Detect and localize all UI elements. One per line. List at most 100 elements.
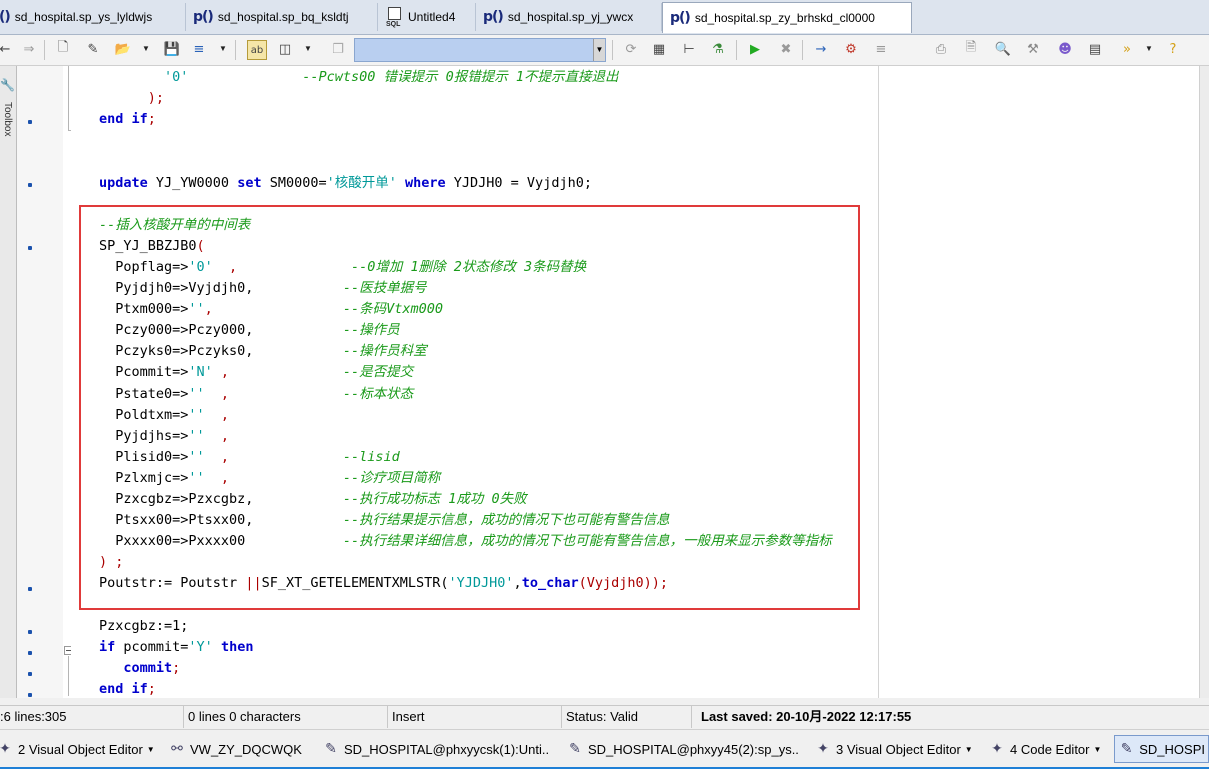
code-token: update xyxy=(99,174,148,191)
list-icon[interactable]: ≡ xyxy=(872,40,890,58)
code-line[interactable]: update YJ_YW0000 set SM0000='核酸开单' where… xyxy=(99,173,592,194)
user-icon[interactable]: ☻ xyxy=(1056,40,1074,58)
last-saved: Last saved: 20-10月-2022 12:17:55 xyxy=(701,709,912,724)
tree-icon[interactable]: ⊢ xyxy=(680,40,698,58)
code-line[interactable]: '0' --Pcwts00 错误提示 0报错提示 1不提示直接退出 xyxy=(99,67,618,88)
vertical-scrollbar[interactable] xyxy=(1199,66,1209,698)
wizard-icon: ✦ xyxy=(817,741,829,757)
task-vw-zy-dqcwqk[interactable]: ⚯ VW_ZY_DQCWQK xyxy=(168,737,318,761)
debug-icon[interactable]: ⚙ xyxy=(842,40,860,58)
task-visual-object-editor-3[interactable]: ✦ 3 Visual Object Editor ▼ xyxy=(814,737,984,761)
code-token: set xyxy=(237,174,262,191)
network-icon[interactable]: ⚗ xyxy=(709,40,727,58)
print-icon[interactable]: ⎙ xyxy=(932,40,950,58)
statement-marker[interactable] xyxy=(28,246,32,250)
code-token: Pzxcgbz:=1; xyxy=(99,617,189,634)
chevron-down-icon[interactable]: ▼ xyxy=(147,745,155,754)
sql-icon[interactable]: ▦ xyxy=(650,40,668,58)
open-wizard-icon[interactable]: ✎ xyxy=(84,40,102,58)
toolbox-label: Toolbox xyxy=(2,102,13,137)
statement-marker[interactable] xyxy=(28,630,32,634)
procedure-icon: () xyxy=(0,9,11,25)
find-icon[interactable]: 🔍 xyxy=(994,40,1012,58)
tab-untitled4[interactable]: SQL Untitled4 xyxy=(378,3,476,31)
code-line[interactable]: end if; xyxy=(99,679,156,698)
sql-file-icon: SQL xyxy=(385,6,403,28)
status-bar: :6 lines:305 0 lines 0 characters Insert… xyxy=(0,705,1209,729)
editor-gutter[interactable] xyxy=(17,66,63,698)
chevron-down-icon[interactable]: ▼ xyxy=(1094,745,1102,754)
wrench-icon: 🔧 xyxy=(0,78,15,92)
statement-marker[interactable] xyxy=(28,651,32,655)
forward-icon[interactable]: ⇒ xyxy=(20,40,38,58)
code-token: if xyxy=(99,638,116,655)
open-folder-icon[interactable]: 📂 xyxy=(114,40,132,58)
task-label: 2 Visual Object Editor xyxy=(18,741,143,757)
procedure-icon: p() xyxy=(483,9,504,25)
code-line[interactable]: Pzxcgbz:=1; xyxy=(99,616,188,637)
task-sd-hospital-active[interactable]: ✎ SD_HOSPI xyxy=(1114,735,1209,763)
stop-icon[interactable]: ✖ xyxy=(777,40,795,58)
code-token: ); xyxy=(147,90,165,107)
code-line[interactable]: if pcommit='Y' then xyxy=(99,637,253,658)
task-label: VW_ZY_DQCWQK xyxy=(190,741,302,757)
toolbox-strip[interactable]: 🔧 Toolbox xyxy=(0,66,17,698)
code-token: SM0000= xyxy=(261,174,327,191)
toolbar-separator xyxy=(736,40,737,60)
code-token: pcommit= xyxy=(115,638,189,655)
chevron-down-icon[interactable]: ▼ xyxy=(593,39,605,61)
code-token: end if xyxy=(99,680,148,697)
task-sd-hospital-untitled[interactable]: ✎ SD_HOSPITAL@phxyycsk(1):Unti.. xyxy=(322,737,562,761)
task-sd-hospital-sp-ys[interactable]: ✎ SD_HOSPITAL@phxyy45(2):sp_ys.. xyxy=(566,737,810,761)
connection-combo[interactable]: ▼ xyxy=(354,38,606,62)
code-token: '核酸开单' xyxy=(326,174,397,191)
selection-info: 0 lines 0 characters xyxy=(184,706,388,728)
tools-icon[interactable]: ⚒ xyxy=(1024,40,1042,58)
back-icon[interactable]: ← xyxy=(0,40,14,58)
more-icon[interactable]: » xyxy=(1118,40,1136,58)
save-icon[interactable]: 💾 xyxy=(163,40,181,58)
statement-marker[interactable] xyxy=(28,183,32,187)
statement-marker[interactable] xyxy=(28,587,32,591)
help-icon[interactable]: ? xyxy=(1164,40,1182,58)
preview-icon[interactable]: 🗎 xyxy=(962,40,980,58)
wizard-icon: ✦ xyxy=(991,741,1003,757)
task-code-editor-4[interactable]: ✦ 4 Code Editor ▼ xyxy=(988,737,1114,761)
tab-sp-yj-ywcx[interactable]: p() sd_hospital.sp_yj_ywcx xyxy=(476,3,662,31)
save-all-icon[interactable]: ≡ xyxy=(190,40,208,58)
split-panel-icon[interactable]: ◫ xyxy=(276,40,294,58)
tab-sp-zy-brhskd-cl0000[interactable]: p() sd_hospital.sp_zy_brhskd_cl0000 xyxy=(662,2,912,33)
edit-icon: ✎ xyxy=(1120,741,1133,757)
chevron-down-icon[interactable]: ▼ xyxy=(965,745,973,754)
layout-icon[interactable]: ▤ xyxy=(1086,40,1104,58)
task-visual-object-editor-2[interactable]: ✦ 2 Visual Object Editor ▼ xyxy=(0,737,164,761)
new-file-icon[interactable]: 🗋 xyxy=(54,40,72,58)
task-label: 3 Visual Object Editor xyxy=(836,741,961,757)
run-icon[interactable]: ▶ xyxy=(746,40,764,58)
code-line[interactable]: end if; xyxy=(99,109,156,130)
chevron-down-icon[interactable]: ▼ xyxy=(304,44,312,53)
code-line[interactable]: commit; xyxy=(99,658,180,679)
statement-marker[interactable] xyxy=(28,120,32,124)
tab-sp-bq-ksldtj[interactable]: p() sd_hospital.sp_bq_ksldtj xyxy=(186,3,378,31)
copy-icon[interactable]: ❐ xyxy=(329,40,347,58)
refresh-icon[interactable]: ⟳ xyxy=(622,40,640,58)
edit-icon: ✎ xyxy=(325,741,337,757)
statement-marker[interactable] xyxy=(28,693,32,697)
chevron-down-icon[interactable]: ▼ xyxy=(142,44,150,53)
cursor-position: :6 lines:305 xyxy=(0,706,184,728)
glasses-icon: ⚯ xyxy=(171,741,183,757)
code-line[interactable]: ); xyxy=(99,88,164,109)
statement-marker[interactable] xyxy=(28,672,32,676)
chevron-down-icon[interactable]: ▼ xyxy=(1145,44,1153,53)
tab-sp-ys-lyldwjs[interactable]: () sd_hospital.sp_ys_lyldwjs xyxy=(0,3,186,31)
fold-column xyxy=(63,66,71,698)
edit-mode[interactable]: Insert xyxy=(388,706,562,728)
step-icon[interactable]: → xyxy=(812,40,830,58)
tab-label: sd_hospital.sp_bq_ksldtj xyxy=(217,10,349,24)
toggle-ab-icon[interactable]: ab xyxy=(247,40,267,60)
chevron-down-icon[interactable]: ▼ xyxy=(219,44,227,53)
